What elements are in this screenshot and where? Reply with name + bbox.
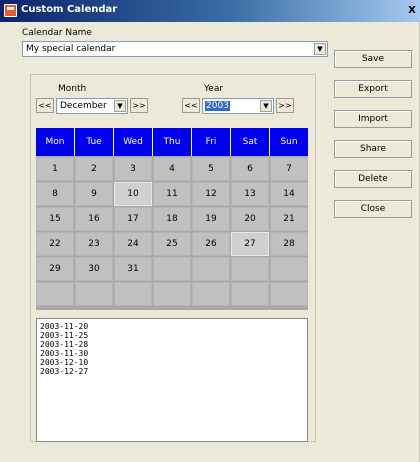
export-button[interactable]: Export — [334, 80, 412, 98]
calendar-empty-cell — [153, 282, 191, 306]
calendar-empty-cell — [36, 282, 74, 306]
close-window-button[interactable]: X — [406, 4, 418, 17]
calendar-empty-cell — [231, 257, 269, 281]
calendar-day-cell[interactable]: 16 — [75, 207, 113, 231]
calendar-day-cell[interactable]: 21 — [270, 207, 308, 231]
calendar-day-cell[interactable]: 9 — [75, 182, 113, 206]
year-select[interactable]: 2003 ▼ — [202, 98, 274, 114]
next-year-button[interactable]: >> — [276, 98, 294, 113]
custom-calendar-window: Custom Calendar X Calendar Name My speci… — [0, 0, 420, 462]
chevron-down-icon[interactable]: ▼ — [260, 100, 272, 112]
weekday-sun: Sun — [280, 137, 298, 147]
chevron-down-icon[interactable]: ▼ — [114, 100, 126, 112]
calendar-day-cell[interactable]: 12 — [192, 182, 230, 206]
save-button[interactable]: Save — [334, 50, 412, 68]
calendar-day-cell[interactable]: 30 — [75, 257, 113, 281]
selected-date-item[interactable]: 2003-12-10 — [40, 358, 88, 367]
month-value: December — [60, 101, 107, 111]
calendar-day-cell[interactable]: 26 — [192, 232, 230, 256]
weekday-header: Mon Tue Wed Thu Fri Sat Sun — [36, 128, 308, 156]
calendar-day-cell[interactable]: 3 — [114, 157, 152, 181]
calendar-day-cell[interactable]: 7 — [270, 157, 308, 181]
calendar-day-cell[interactable]: 28 — [270, 232, 308, 256]
calendar-day-cell[interactable]: 2 — [75, 157, 113, 181]
calendar-empty-cell — [231, 282, 269, 306]
calendar-day-cell[interactable]: 27 — [231, 232, 269, 256]
weekday-sat: Sat — [242, 137, 258, 147]
calendar-day-cell[interactable]: 25 — [153, 232, 191, 256]
delete-button[interactable]: Delete — [334, 170, 412, 188]
calendar-empty-cell — [192, 282, 230, 306]
calendar-empty-cell — [153, 257, 191, 281]
calendar-empty-cell — [75, 282, 113, 306]
calendar-name-select[interactable]: My special calendar ▼ — [22, 41, 328, 57]
calendar-day-cell[interactable]: 31 — [114, 257, 152, 281]
year-label: Year — [204, 84, 224, 94]
calendar-day-cell[interactable]: 17 — [114, 207, 152, 231]
window-title: Custom Calendar — [21, 4, 118, 15]
calendar-day-cell[interactable]: 11 — [153, 182, 191, 206]
selected-date-item[interactable]: 2003-11-20 — [40, 322, 88, 331]
chevron-down-icon[interactable]: ▼ — [314, 43, 326, 55]
prev-year-button[interactable]: << — [182, 98, 200, 113]
calendar-day-cell[interactable]: 13 — [231, 182, 269, 206]
calendar-day-cell[interactable]: 1 — [36, 157, 74, 181]
calendar-grid: Mon Tue Wed Thu Fri Sat Sun 1 2 3 4 5 6 7 8 9 10 1… — [36, 128, 308, 310]
calendar-day-cell[interactable]: 22 — [36, 232, 74, 256]
calendar-empty-cell — [270, 282, 308, 306]
selected-date-item[interactable]: 2003-11-28 — [40, 340, 88, 349]
calendar-day-cell[interactable]: 14 — [270, 182, 308, 206]
calendar-day-cell[interactable]: 18 — [153, 207, 191, 231]
calendar-icon — [4, 4, 17, 17]
calendar-day-cell[interactable]: 24 — [114, 232, 152, 256]
prev-month-button[interactable]: << — [36, 98, 54, 113]
weekday-wed: Wed — [123, 137, 143, 147]
weekday-fri: Fri — [205, 137, 217, 147]
calendar-day-cell[interactable]: 8 — [36, 182, 74, 206]
month-label: Month — [58, 84, 87, 94]
share-button[interactable]: Share — [334, 140, 412, 158]
year-value: 2003 — [205, 101, 230, 111]
calendar-day-cell[interactable]: 10 — [114, 182, 152, 206]
selected-date-item[interactable]: 2003-11-30 — [40, 349, 88, 358]
calendar-day-cell[interactable]: 4 — [153, 157, 191, 181]
calendar-day-cell[interactable]: 5 — [192, 157, 230, 181]
calendar-day-cell[interactable]: 20 — [231, 207, 269, 231]
calendar-name-label: Calendar Name — [22, 28, 92, 38]
weekday-mon: Mon — [45, 137, 65, 147]
selected-dates-list[interactable]: 2003-11-20 2003-11-25 2003-11-28 2003-11-30… — [36, 318, 308, 442]
weekday-thu: Thu — [163, 137, 181, 147]
month-select[interactable]: December ▼ — [56, 98, 128, 114]
calendar-day-cell[interactable]: 29 — [36, 257, 74, 281]
selected-date-item[interactable]: 2003-11-25 — [40, 331, 88, 340]
close-button[interactable]: Close — [334, 200, 412, 218]
calendar-empty-cell — [270, 257, 308, 281]
calendar-name-value: My special calendar — [26, 44, 116, 54]
calendar-day-cell[interactable]: 6 — [231, 157, 269, 181]
calendar-day-cell[interactable]: 19 — [192, 207, 230, 231]
selected-date-item[interactable]: 2003-12-27 — [40, 367, 88, 376]
calendar-empty-cell — [114, 282, 152, 306]
calendar-day-cell[interactable]: 23 — [75, 232, 113, 256]
calendar-day-cell[interactable]: 15 — [36, 207, 74, 231]
calendar-empty-cell — [192, 257, 230, 281]
title-bar[interactable]: Custom Calendar X — [0, 0, 420, 22]
import-button[interactable]: Import — [334, 110, 412, 128]
next-month-button[interactable]: >> — [130, 98, 148, 113]
weekday-tue: Tue — [86, 137, 102, 147]
